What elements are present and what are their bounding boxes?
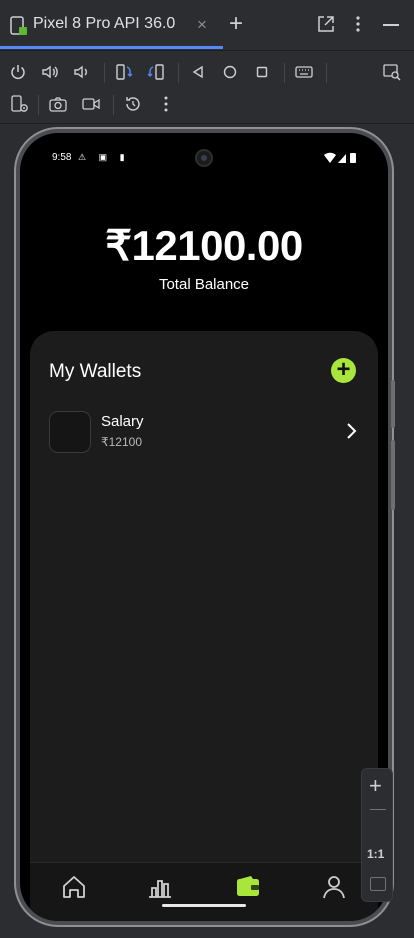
signal-icon (338, 154, 346, 163)
home-icon (63, 876, 85, 898)
notification-icons: ⚠ ▣ ▮ (78, 152, 130, 162)
tab-title: Pixel 8 Pro API 36.0 (33, 15, 176, 32)
emulator-window: Pixel 8 Pro API 36.0 × + 9:58 ⚠ ▣ ▮ ₹121… (0, 0, 414, 938)
zoom-controls: + 1:1 (361, 768, 393, 902)
profile-icon (323, 876, 345, 899)
wallet-item-salary[interactable]: Salary ₹12100 (49, 411, 361, 453)
active-tab-indicator (0, 46, 223, 49)
more-vertical-icon[interactable] (355, 15, 361, 33)
total-balance-amount: ₹12100.00 (105, 222, 303, 269)
front-camera (195, 149, 213, 167)
keyboard-icon[interactable] (294, 62, 314, 82)
tab-bar: Pixel 8 Pro API 36.0 × + (0, 0, 414, 50)
open-external-icon[interactable] (317, 15, 335, 33)
back-icon[interactable] (188, 62, 208, 82)
wifi-icon (324, 152, 336, 163)
device-settings-icon[interactable] (10, 94, 30, 114)
wallet-thumbnail (49, 411, 91, 453)
status-time: 9:58 (52, 152, 72, 163)
rotate-right-icon[interactable] (146, 62, 166, 82)
device-icon (10, 16, 27, 35)
home-button-icon[interactable] (220, 62, 240, 82)
side-button (391, 440, 395, 510)
wallet-icon (237, 876, 259, 896)
reset-icon[interactable] (123, 94, 143, 114)
search-window-icon[interactable] (382, 62, 402, 82)
add-tab-icon[interactable]: + (229, 10, 243, 38)
battery-icon (350, 153, 356, 163)
close-icon[interactable]: × (197, 15, 207, 35)
add-wallet-button[interactable]: + (331, 358, 356, 383)
overview-icon[interactable] (252, 62, 272, 82)
wallets-sheet: My Wallets + Salary ₹12100 (30, 331, 378, 891)
volume-up-icon[interactable] (40, 62, 60, 82)
video-icon[interactable] (81, 94, 101, 114)
nav-profile[interactable] (320, 873, 348, 901)
volume-button (391, 380, 395, 428)
zoom-fit-icon[interactable] (370, 877, 386, 891)
nav-wallet[interactable] (234, 873, 262, 901)
toolbar-row-1 (0, 54, 414, 90)
chart-icon (149, 880, 171, 898)
bottom-navigation (30, 862, 378, 921)
volume-down-icon[interactable] (72, 62, 92, 82)
more-vertical-toolbar-icon[interactable] (156, 94, 176, 114)
total-balance-label: Total Balance (158, 276, 250, 293)
zoom-actual-size-button[interactable]: 1:1 (367, 847, 384, 861)
tab-pixel-8-pro[interactable]: Pixel 8 Pro API 36.0 × (0, 0, 223, 50)
zoom-in-button[interactable]: + (369, 775, 382, 797)
wallet-name: Salary (101, 413, 144, 430)
rotate-left-icon[interactable] (114, 62, 134, 82)
camera-icon[interactable] (48, 94, 68, 114)
toolbar-row-2 (0, 86, 414, 122)
nav-stats[interactable] (146, 873, 174, 901)
minimize-icon[interactable] (383, 24, 399, 26)
status-icons (324, 152, 356, 163)
chevron-right-icon (347, 423, 357, 439)
nav-home[interactable] (60, 873, 88, 901)
zoom-out-button[interactable] (370, 809, 386, 810)
wallet-amount: ₹12100 (101, 435, 143, 449)
power-icon[interactable] (8, 62, 28, 82)
divider (0, 50, 414, 51)
phone-screen: 9:58 ⚠ ▣ ▮ ₹12100.00 Total Balance My Wa… (20, 133, 388, 921)
home-indicator[interactable] (162, 904, 246, 907)
wallets-title: My Wallets (49, 361, 142, 382)
